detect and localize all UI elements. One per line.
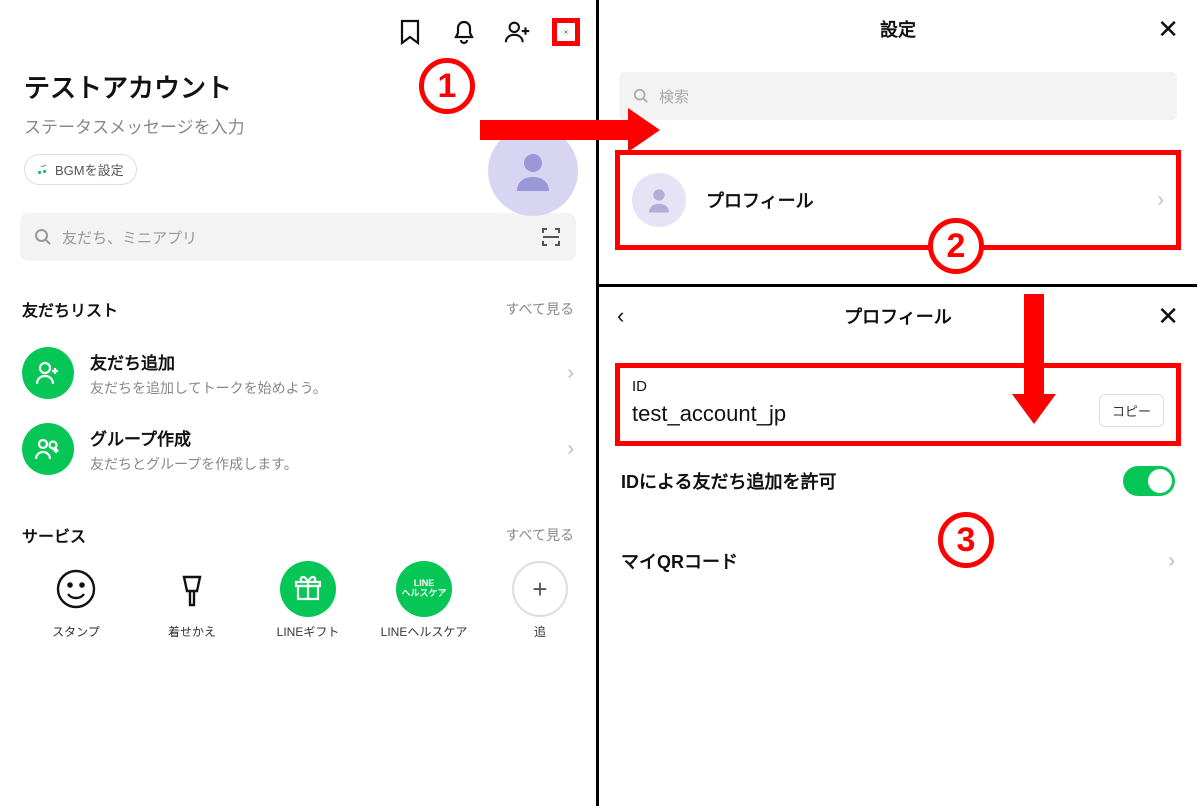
annotation-3: 3 <box>938 512 994 568</box>
gift-icon <box>280 561 336 617</box>
arrow-1-to-2 <box>480 108 660 152</box>
chevron-right-icon: › <box>1168 550 1175 573</box>
chevron-right-icon: › <box>1157 189 1164 212</box>
services-title: サービス <box>22 523 86 547</box>
services-section: サービス すべて見る スタンプ 着せかえ LINEギフト LINEヘルスケア <box>0 523 596 641</box>
profile-detail-header: ‹ プロフィール ✕ <box>599 287 1197 345</box>
list-item-title: 友だち追加 <box>90 349 551 374</box>
account-name[interactable]: テストアカウント <box>24 68 572 105</box>
create-group-circle-icon <box>22 423 74 475</box>
profile-row-label: プロフィール <box>706 187 1137 213</box>
chevron-right-icon: › <box>567 362 574 385</box>
service-label: スタンプ <box>52 625 100 641</box>
settings-screen: 設定 ✕ 検索 プロフィール › ‹ プロフィール ✕ ID test_acc <box>599 0 1197 806</box>
profile-row[interactable]: プロフィール › <box>615 150 1181 250</box>
scan-icon[interactable] <box>540 226 562 248</box>
friends-title: 友だちリスト <box>22 297 118 321</box>
close-icon[interactable]: ✕ <box>1157 301 1179 332</box>
bgm-chip[interactable]: BGMを設定 <box>24 154 137 185</box>
arrow-2-to-3 <box>1012 294 1056 424</box>
service-label: 追 <box>534 625 546 641</box>
list-item-sub: 友だちとグループを作成します。 <box>90 454 551 474</box>
friends-section: 友だちリスト すべて見る 友だち追加 友だちを追加してトークを始めよう。 › グ… <box>0 297 596 487</box>
profile-detail-title: プロフィール <box>844 303 952 329</box>
back-icon[interactable]: ‹ <box>617 303 624 329</box>
settings-search-placeholder: 検索 <box>659 86 689 107</box>
qr-row[interactable]: マイQRコード › <box>621 548 1175 574</box>
service-label: 着せかえ <box>168 625 216 641</box>
search-bar[interactable]: 友だち、ミニアプリ <box>20 213 576 261</box>
smiley-icon <box>48 561 104 617</box>
add-friend-circle-icon <box>22 347 74 399</box>
create-group-row[interactable]: グループ作成 友だちとグループを作成します。 › <box>22 411 574 487</box>
service-healthcare[interactable]: LINEヘルスケア LINEヘルスケア <box>370 561 478 641</box>
music-icon <box>37 164 49 176</box>
list-item-title: グループ作成 <box>90 425 551 450</box>
profile-detail-screen: ‹ プロフィール ✕ ID test_account_jp コピー IDによる友… <box>599 284 1197 574</box>
copy-button[interactable]: コピー <box>1099 394 1164 427</box>
list-item-sub: 友だちを追加してトークを始めよう。 <box>90 378 551 398</box>
settings-gear-icon[interactable] <box>552 18 580 46</box>
add-friend-row[interactable]: 友だち追加 友だちを追加してトークを始めよう。 › <box>22 335 574 411</box>
close-icon[interactable]: ✕ <box>1157 14 1179 45</box>
bgm-label: BGMを設定 <box>55 160 124 179</box>
add-friend-icon[interactable] <box>504 18 532 46</box>
search-icon <box>34 228 52 246</box>
chevron-right-icon: › <box>567 438 574 461</box>
avatar-small <box>632 173 686 227</box>
service-stamp[interactable]: スタンプ <box>22 561 130 641</box>
service-label: LINEギフト <box>277 625 340 641</box>
service-theme[interactable]: 着せかえ <box>138 561 246 641</box>
person-icon <box>509 147 557 195</box>
service-more[interactable]: + 追 <box>486 561 574 641</box>
qr-label: マイQRコード <box>621 548 738 574</box>
service-gift[interactable]: LINEギフト <box>254 561 362 641</box>
allow-id-row: IDによる友だち追加を許可 <box>621 466 1175 496</box>
plus-icon: + <box>512 561 568 617</box>
settings-title: 設定 <box>880 16 916 42</box>
search-placeholder: 友だち、ミニアプリ <box>62 227 530 248</box>
search-icon <box>633 88 649 104</box>
id-block: ID test_account_jp コピー <box>615 363 1181 446</box>
brush-icon <box>164 561 220 617</box>
annotation-1: 1 <box>419 58 475 114</box>
allow-id-label: IDによる友だち追加を許可 <box>621 468 836 494</box>
annotation-2: 2 <box>928 218 984 274</box>
healthcare-icon: LINEヘルスケア <box>396 561 452 617</box>
services-see-all[interactable]: すべて見る <box>506 525 574 545</box>
bell-icon[interactable] <box>450 18 478 46</box>
person-icon <box>644 185 674 215</box>
bookmark-icon[interactable] <box>396 18 424 46</box>
settings-header: 設定 ✕ <box>599 0 1197 58</box>
allow-id-toggle[interactable] <box>1123 466 1175 496</box>
service-label: LINEヘルスケア <box>381 625 468 641</box>
header-icons <box>0 0 596 56</box>
settings-search[interactable]: 検索 <box>619 72 1177 120</box>
friends-see-all[interactable]: すべて見る <box>506 299 574 319</box>
